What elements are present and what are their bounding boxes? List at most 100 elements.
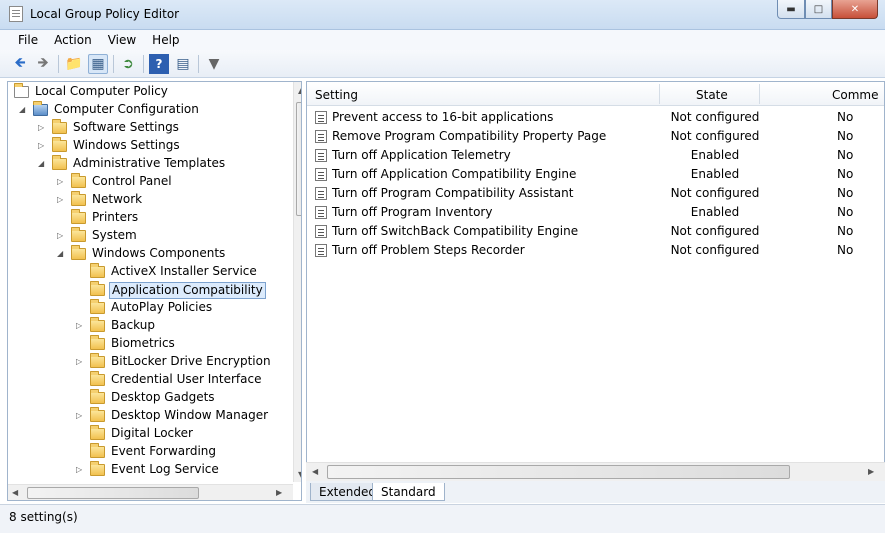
tree-item-label: System <box>92 228 137 242</box>
scroll-down-icon[interactable]: ▼ <box>298 470 301 479</box>
scroll-up-icon[interactable]: ▲ <box>298 86 301 95</box>
menu-file[interactable]: File <box>10 33 46 47</box>
list-horizontal-scrollbar[interactable]: ◀ ▶ <box>306 462 885 481</box>
table-row[interactable]: Turn off Problem Steps Recorder Not confi… <box>307 241 884 260</box>
help-button[interactable]: ? <box>149 54 169 74</box>
tree-item[interactable]: Desktop Gadgets <box>8 389 293 407</box>
table-row[interactable]: Turn off Application Compatibility Engin… <box>307 165 884 184</box>
collapsed-arrow-icon[interactable]: ▷ <box>76 465 85 474</box>
scroll-left-icon[interactable]: ◀ <box>12 488 18 497</box>
settings-list[interactable]: Setting State Comme Prevent access to 16… <box>306 81 885 481</box>
column-divider[interactable] <box>759 84 760 104</box>
list-hscroll-thumb[interactable] <box>327 465 790 479</box>
tree-item-label: Control Panel <box>92 174 172 188</box>
scroll-right-icon[interactable]: ▶ <box>868 467 874 476</box>
tree-item[interactable]: ▷ System <box>8 227 293 245</box>
expanded-arrow-icon[interactable]: ◢ <box>57 249 66 258</box>
collapsed-arrow-icon[interactable]: ▷ <box>38 123 47 132</box>
toolbar-separator <box>143 55 144 73</box>
view-tabs: Extended Standard <box>306 481 885 503</box>
console-tree-icon: ▦ <box>91 56 105 72</box>
filter-button[interactable]: ▼ <box>204 54 224 74</box>
collapsed-arrow-icon[interactable]: ▷ <box>57 195 66 204</box>
tree-hscroll-thumb[interactable] <box>27 487 199 499</box>
tree-item[interactable]: Credential User Interface <box>8 371 293 389</box>
tree-item[interactable]: ▷ Backup <box>8 317 293 335</box>
menu-action[interactable]: Action <box>46 33 100 47</box>
tree-item[interactable]: Local Computer Policy <box>8 83 293 101</box>
tree-item[interactable]: Application Compatibility <box>8 281 293 299</box>
menu-help[interactable]: Help <box>144 33 187 47</box>
table-row[interactable]: Prevent access to 16-bit applications Not… <box>307 108 884 127</box>
setting-cell: Turn off Application Compatibility Engin… <box>332 167 577 181</box>
collapsed-arrow-icon[interactable]: ▷ <box>76 321 85 330</box>
console-tree[interactable]: Local Computer Policy ◢ Computer Configura… <box>7 81 302 501</box>
tree-item[interactable]: Digital Locker <box>8 425 293 443</box>
setting-cell: Turn off Program Inventory <box>332 205 493 219</box>
tree-item[interactable]: ▷ Control Panel <box>8 173 293 191</box>
folder-icon <box>52 155 67 170</box>
tree-item[interactable]: ◢ Computer Configuration <box>8 101 293 119</box>
tree-item[interactable]: Biometrics <box>8 335 293 353</box>
table-row[interactable]: Remove Program Compatibility Property Pa… <box>307 127 884 146</box>
menu-view[interactable]: View <box>100 33 144 47</box>
tree-item[interactable]: ▷ Event Log Service <box>8 461 293 479</box>
tree-item-label: Windows Components <box>92 246 226 260</box>
minimize-icon: ▬ <box>786 3 796 15</box>
up-one-level-button[interactable]: 📁 <box>64 54 84 74</box>
setting-cell: Turn off Application Telemetry <box>332 148 511 162</box>
tree-vscroll-thumb[interactable] <box>296 102 301 216</box>
scroll-right-icon[interactable]: ▶ <box>276 488 282 497</box>
tree-item[interactable]: ▷ Network <box>8 191 293 209</box>
tree-vertical-scrollbar[interactable]: ▲ ▼ <box>293 82 301 482</box>
scroll-left-icon[interactable]: ◀ <box>312 467 318 476</box>
show-hide-tree-button[interactable]: ▦ <box>88 54 108 74</box>
tree-item[interactable]: ActiveX Installer Service <box>8 263 293 281</box>
collapsed-arrow-icon[interactable]: ▷ <box>38 141 47 150</box>
tree-item-label: Windows Settings <box>73 138 180 152</box>
tree-item[interactable]: Event Forwarding <box>8 443 293 461</box>
policy-icon <box>14 83 29 98</box>
column-divider[interactable] <box>659 84 660 104</box>
tree-item[interactable]: ▷ Windows Settings <box>8 137 293 155</box>
tree-item-label: BitLocker Drive Encryption <box>111 354 271 368</box>
folder-icon <box>90 353 105 368</box>
column-setting[interactable]: Setting <box>315 88 358 102</box>
state-cell: Enabled <box>690 148 740 162</box>
tree-item[interactable]: ◢ Windows Components <box>8 245 293 263</box>
collapsed-arrow-icon[interactable]: ▷ <box>57 231 66 240</box>
collapsed-arrow-icon[interactable]: ▷ <box>57 177 66 186</box>
collapsed-arrow-icon[interactable]: ▷ <box>76 411 85 420</box>
tree-item[interactable]: ▷ Desktop Window Manager <box>8 407 293 425</box>
minimize-button[interactable]: ▬ <box>777 0 805 19</box>
maximize-button[interactable]: □ <box>805 0 832 19</box>
table-row[interactable]: Turn off Application Telemetry Enabled No <box>307 146 884 165</box>
tab-standard[interactable]: Standard <box>372 483 445 501</box>
tree-item[interactable]: ◢ Administrative Templates <box>8 155 293 173</box>
collapsed-arrow-icon[interactable]: ▷ <box>76 357 85 366</box>
table-row[interactable]: Turn off SwitchBack Compatibility Engine… <box>307 222 884 241</box>
close-button[interactable]: ✕ <box>832 0 878 19</box>
back-button[interactable]: 🡸 <box>10 54 30 74</box>
tree-item-label: Biometrics <box>111 336 175 350</box>
expanded-arrow-icon[interactable]: ◢ <box>38 159 47 168</box>
column-state[interactable]: State <box>696 88 728 102</box>
tree-item[interactable]: Printers <box>8 209 293 227</box>
tree-horizontal-scrollbar[interactable]: ◀ ▶ <box>8 484 293 500</box>
window-title: Local Group Policy Editor <box>30 7 180 21</box>
tree-item[interactable]: AutoPlay Policies <box>8 299 293 317</box>
folder-icon <box>90 335 105 350</box>
state-cell: Not configured <box>670 129 760 143</box>
forward-button[interactable]: 🡺 <box>33 54 53 74</box>
policy-setting-icon <box>315 225 327 238</box>
state-cell: Enabled <box>690 205 740 219</box>
extended-view-button[interactable]: ▤ <box>173 54 193 74</box>
tree-item[interactable]: ▷ Software Settings <box>8 119 293 137</box>
table-row[interactable]: Turn off Program Inventory Enabled No <box>307 203 884 222</box>
table-row[interactable]: Turn off Program Compatibility Assistant… <box>307 184 884 203</box>
expanded-arrow-icon[interactable]: ◢ <box>19 105 28 114</box>
folder-icon <box>71 227 86 242</box>
export-list-button[interactable]: ➲ <box>118 54 138 74</box>
tree-item[interactable]: ▷ BitLocker Drive Encryption <box>8 353 293 371</box>
column-comment[interactable]: Comme <box>832 88 878 102</box>
